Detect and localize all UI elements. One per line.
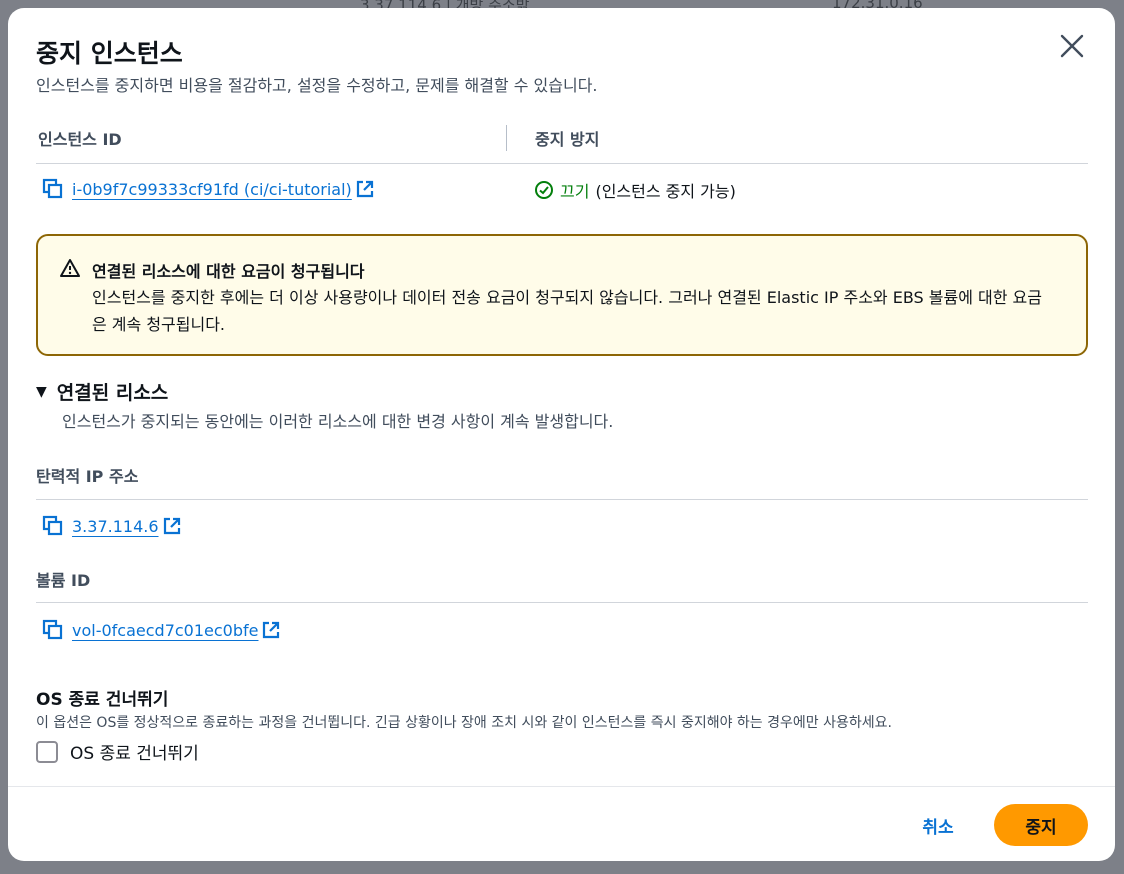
os-skip-checkbox-row[interactable]: OS 종료 건너뛰기 [36,739,199,764]
copy-icon[interactable] [42,515,64,537]
os-skip-checkbox-label[interactable]: OS 종료 건너뛰기 [70,739,199,764]
elastic-ip-row: 3.37.114.6 [42,515,181,537]
billing-warning-alert: 연결된 리소스에 대한 요금이 청구됩니다 인스턴스를 중지한 후에는 더 이상… [36,234,1088,356]
resources-section-title: 연결된 리소스 [56,382,169,404]
close-button[interactable] [1056,30,1088,62]
column-divider [506,125,507,151]
external-link-icon[interactable] [356,180,374,198]
footer-divider [8,786,1115,787]
os-skip-desc: 이 옵션은 OS를 정상적으로 종료하는 과정을 건너뜁니다. 긴급 상황이나 … [36,715,892,731]
caret-down-icon: ▼ [36,383,47,400]
stop-protection-status: 끄기 (인스턴스 중지 가능) [534,178,736,202]
external-link-icon[interactable] [163,517,181,535]
alert-title: 연결된 리소스에 대한 요금이 청구됩니다 [92,262,365,281]
volume-id-row: vol-0fcaecd7c01ec0bfe [42,619,280,641]
stop-button[interactable]: 중지 [994,804,1088,846]
os-skip-title: OS 종료 건너뛰기 [36,690,169,710]
elastic-ip-link[interactable]: 3.37.114.6 [72,517,159,536]
protection-status-detail: (인스턴스 중지 가능) [595,182,736,201]
elastic-ip-label: 탄력적 IP 주소 [36,467,139,486]
check-circle-icon [535,181,553,199]
instance-id-row: i-0b9f7c99333cf91fd (ci/ci-tutorial) [42,178,374,200]
protection-status-value: 끄기 [560,182,590,201]
resources-section-toggle[interactable]: ▼ 연결된 리소스 [36,378,168,405]
external-link-icon[interactable] [262,621,280,639]
instance-id-link[interactable]: i-0b9f7c99333cf91fd (ci/ci-tutorial) [72,180,352,199]
volume-id-label: 볼륨 ID [36,571,91,590]
os-skip-checkbox[interactable] [36,740,58,763]
copy-icon[interactable] [42,178,64,200]
copy-icon[interactable] [42,619,64,641]
stop-instance-modal: 중지 인스턴스 인스턴스를 중지하면 비용을 절감하고, 설정을 수정하고, 문… [8,8,1115,861]
instance-id-header: 인스턴스 ID [38,130,122,149]
cancel-button[interactable]: 취소 [906,808,970,842]
modal-subtitle: 인스턴스를 중지하면 비용을 절감하고, 설정을 수정하고, 문제를 해결할 수… [36,76,598,95]
resources-section-desc: 인스턴스가 중지되는 동안에는 이러한 리소스에 대한 변경 사항이 계속 발생… [62,412,614,431]
stop-protection-header: 중지 방지 [535,130,600,149]
alert-body: 인스턴스를 중지한 후에는 더 이상 사용량이나 데이터 전송 요금이 청구되지… [92,288,1042,334]
divider [36,499,1088,500]
volume-id-link[interactable]: vol-0fcaecd7c01ec0bfe [72,621,258,640]
modal-title: 중지 인스턴스 [36,39,183,68]
close-icon [1060,34,1084,58]
divider [36,602,1088,603]
warning-icon [60,259,80,277]
divider [36,163,1088,164]
